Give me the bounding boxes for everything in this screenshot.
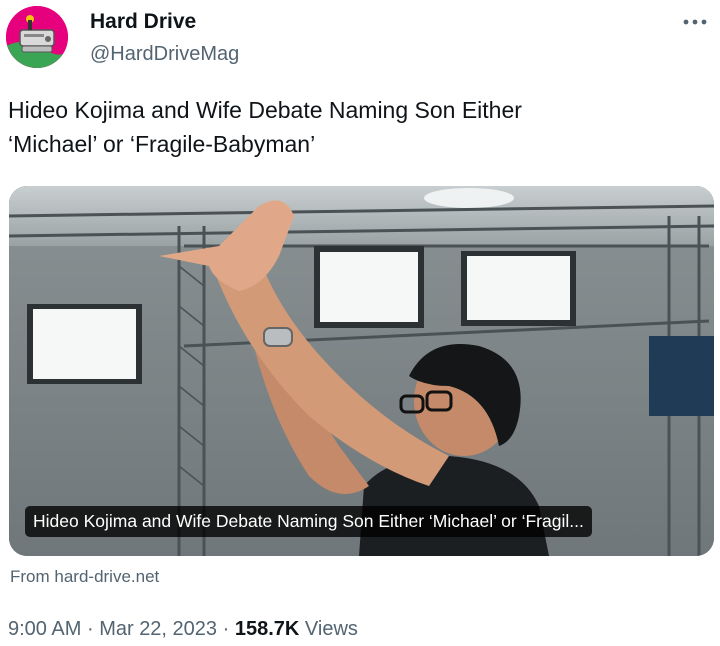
meta-separator: · xyxy=(222,618,230,640)
tweet-time[interactable]: 9:00 AM xyxy=(8,618,81,640)
tweet-text: Hideo Kojima and Wife Debate Naming Son … xyxy=(8,93,658,161)
link-card[interactable]: Hideo Kojima and Wife Debate Naming Son … xyxy=(9,186,714,556)
tweet-meta: 9:00 AM · Mar 22, 2023 · 158.7K Views xyxy=(8,618,358,641)
hard-drive-logo-avatar xyxy=(6,6,68,68)
link-card-title: Hideo Kojima and Wife Debate Naming Son … xyxy=(25,506,592,537)
more-options-button[interactable] xyxy=(680,12,710,32)
link-card-source[interactable]: From hard-drive.net xyxy=(10,567,159,587)
author-handle[interactable]: @HardDriveMag xyxy=(90,43,239,66)
more-dots-icon xyxy=(683,19,707,25)
tweet-text-line-1: Hideo Kojima and Wife Debate Naming Son … xyxy=(8,97,522,123)
tweet-date[interactable]: Mar 22, 2023 xyxy=(99,618,217,640)
meta-separator: · xyxy=(86,618,94,640)
author-avatar[interactable] xyxy=(6,6,68,68)
tweet-text-line-2: ‘Michael’ or ‘Fragile-Babyman’ xyxy=(8,131,316,157)
views-label: Views xyxy=(304,618,358,640)
views-count[interactable]: 158.7K xyxy=(235,618,300,640)
card-image xyxy=(9,186,714,556)
author-display-name[interactable]: Hard Drive xyxy=(90,10,196,34)
